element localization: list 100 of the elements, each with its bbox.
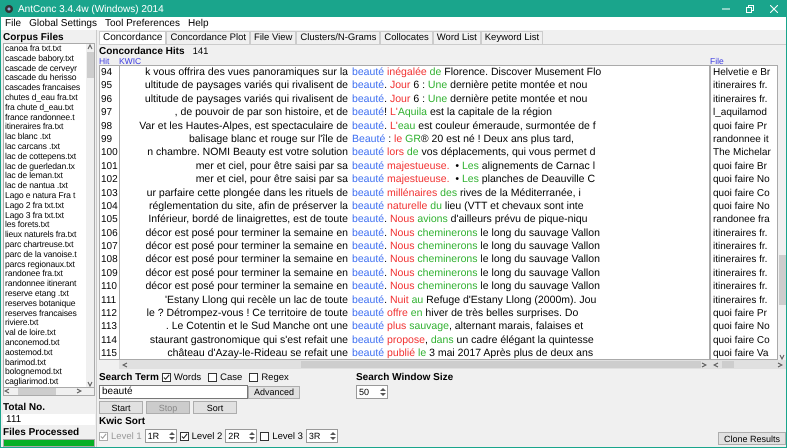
left-context: château d'Azay-le-Rideau se refait une <box>166 347 348 359</box>
checkbox[interactable] <box>208 373 218 382</box>
left-context: le ? Détrompez-vous ! Ce territoire de toute <box>146 307 348 320</box>
corpus-file[interactable]: reserves botanique <box>4 298 86 309</box>
corpus-file[interactable]: lac de nantua .txt <box>4 181 86 191</box>
corpus-file[interactable]: cagliarimod.txt <box>4 377 86 387</box>
left-context: décor est posé pour terminer la semaine en <box>144 253 348 267</box>
menu-item[interactable]: File <box>1 18 26 29</box>
corpus-file[interactable]: Lago 3 fra txt.txt <box>4 210 86 220</box>
hit-number: 112 <box>101 308 117 320</box>
checkbox[interactable] <box>180 432 189 440</box>
corpus-file[interactable]: reserve etang .txt <box>4 288 86 299</box>
action-button[interactable]: Sort <box>193 401 237 414</box>
restore-button[interactable] <box>746 5 754 13</box>
spin-field[interactable]: 50 <box>356 385 388 399</box>
corpus-file[interactable]: cascade babory.txt <box>4 54 86 64</box>
left-context: mer et ciel, pour être saisi par sa <box>194 173 348 187</box>
spin-field[interactable]: 3R <box>306 429 338 443</box>
corpus-file[interactable]: itineraires fra.txt <box>4 122 86 132</box>
corpus-file[interactable]: parcs regionaux.txt <box>4 260 86 270</box>
menu-item[interactable]: Tool Preferences <box>100 18 184 29</box>
file-name: itineraires fr. <box>713 268 768 279</box>
corpus-file[interactable]: lieux naturels fra.txt <box>4 230 86 240</box>
corpus-file[interactable]: anconemod.txt <box>4 338 86 348</box>
search-field[interactable]: beauté <box>99 385 248 399</box>
hit-number: 115 <box>101 348 117 359</box>
spinner-arrows-icon[interactable] <box>328 431 337 441</box>
corpus-file[interactable]: barimod.txt <box>4 358 86 368</box>
tab[interactable]: Clusters/N-Grams <box>296 31 380 44</box>
action-button[interactable]: Start <box>99 401 143 414</box>
corpus-file[interactable]: Lago e natura Fra t <box>4 190 86 201</box>
hit-number: 114 <box>101 334 117 346</box>
column-header[interactable]: KWIC <box>119 56 142 66</box>
kwic-sort-label: Kwic Sort <box>99 416 146 427</box>
file-name: itineraires fr. <box>713 281 768 292</box>
corpus-file[interactable]: parc de la vanoise.t <box>4 250 86 260</box>
corpus-file[interactable]: france randonnee.t <box>4 112 86 122</box>
corpus-file[interactable]: parc chartreuse.txt <box>4 240 86 250</box>
close-button[interactable] <box>770 5 778 13</box>
checkbox[interactable] <box>162 373 171 382</box>
scrollbar-thumb[interactable] <box>301 361 701 368</box>
corpus-file[interactable]: lac carcans .txt <box>4 142 86 152</box>
kwic-line: beauté millénaires des rives de la Méditerranée, i <box>351 186 582 200</box>
corpus-file[interactable]: les forets.txt <box>4 220 86 230</box>
corpus-file[interactable]: riviere.txt <box>4 318 86 328</box>
scrollbar-thumb[interactable] <box>722 361 734 368</box>
corpus-file[interactable]: aostemod.txt <box>4 348 86 358</box>
column-header[interactable]: Hit <box>99 56 110 66</box>
file-name: itineraires fr. <box>713 228 768 239</box>
clone-results-button[interactable]: Clone Results <box>718 432 786 445</box>
corpus-file[interactable]: val de loire.txt <box>4 328 86 338</box>
corpus-file[interactable]: randonnee itinerant <box>4 279 86 289</box>
corpus-file[interactable]: chutes d_eau fra.txt <box>4 92 86 103</box>
corpus-file[interactable]: bolognemod.txt <box>4 367 86 378</box>
scrollbar-thumb[interactable] <box>778 255 786 305</box>
file-name: quoi faire Br <box>713 160 767 172</box>
kwic-line: beauté. Nous cheminerons le long du sauvage Vallon <box>351 280 601 294</box>
corpus-file[interactable]: lac blanc .txt <box>4 132 86 142</box>
corpus-file[interactable]: lac de leman.txt <box>4 171 86 182</box>
tab[interactable]: Keyword List <box>480 31 544 44</box>
corpus-file[interactable]: canoa fra txt.txt <box>4 44 86 54</box>
menu-item[interactable]: Global Settings <box>25 18 101 29</box>
window-title: AntConc 3.4.4w (Windows) 2014 <box>18 4 165 14</box>
corpus-file[interactable]: randonee fra.txt <box>4 269 86 280</box>
tab[interactable]: Word List <box>432 31 481 44</box>
level-label: Level 2 <box>192 430 222 442</box>
file-name: randonee fra <box>713 214 770 226</box>
spin-field[interactable]: 2R <box>225 429 258 443</box>
corpus-file[interactable]: cascades francaises <box>4 83 86 93</box>
tab[interactable]: Collocates <box>380 31 433 44</box>
corpus-file[interactable]: lac de guerledan.tx <box>4 162 86 172</box>
kwic-line: beauté offre en hiver de très belles surprises. Do <box>351 307 580 320</box>
left-context: mer et ciel, pour être saisi par sa <box>194 160 348 174</box>
spinner-arrows-icon[interactable] <box>168 431 176 441</box>
left-context: Inférieur, bordé de linaigrettes, est de toute <box>147 213 348 227</box>
corpus-file[interactable]: lac de cottepens.txt <box>4 152 86 162</box>
checkbox[interactable] <box>260 432 270 440</box>
kwic-line: beauté. Nous cheminerons le long du sauvage Vallon <box>351 266 601 280</box>
advanced-button[interactable]: Advanced <box>248 386 300 398</box>
file-name: quoi faire No <box>713 200 770 212</box>
scrollbar-thumb[interactable] <box>86 52 94 78</box>
corpus-file[interactable]: cascade du herisso <box>4 73 86 84</box>
corpus-file[interactable]: fra chute d_eau.txt <box>4 102 86 113</box>
corpus-file[interactable]: cascade de cerveyr <box>4 64 86 74</box>
file-name: quoi faire Pr <box>713 308 767 320</box>
tab[interactable]: File View <box>250 31 296 44</box>
checkbox[interactable] <box>249 373 258 382</box>
option-label: Regex <box>261 372 289 383</box>
spinner-arrows-icon[interactable] <box>379 387 387 397</box>
kwic-line: beauté lors de vos déplacements, qui vous permet d <box>351 146 596 160</box>
tab[interactable]: Concordance Plot <box>166 31 250 44</box>
corpus-file[interactable]: reserves francaises <box>4 308 86 318</box>
column-header[interactable]: File <box>710 56 724 66</box>
tab[interactable]: Concordance <box>99 31 166 44</box>
corpus-file[interactable]: Lago 2 fra txt.txt <box>4 200 86 211</box>
level-label: Level 1 <box>111 430 142 442</box>
menu-item[interactable]: Help <box>184 18 213 29</box>
kwic-line: beauté. Nous cheminerons le long du sauvage Vallon <box>351 253 601 267</box>
spinner-arrows-icon[interactable] <box>248 431 256 441</box>
hit-number: 99 <box>101 134 112 145</box>
